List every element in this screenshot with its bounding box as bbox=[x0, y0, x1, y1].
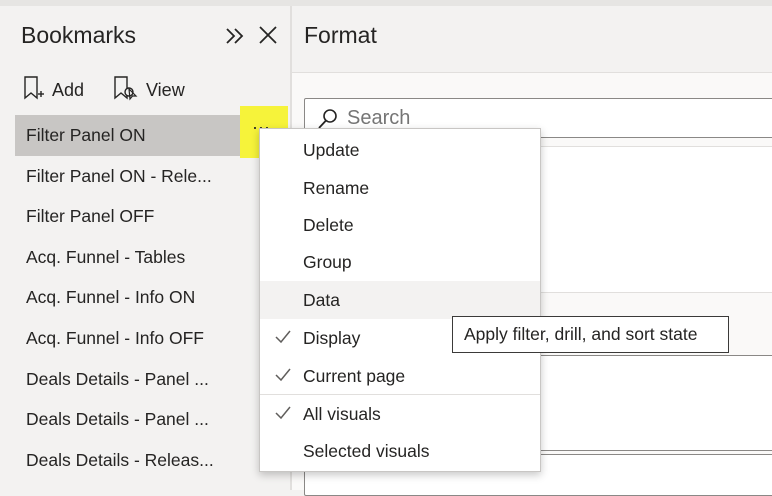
bookmark-item[interactable]: Deals Details - Panel ... bbox=[15, 399, 290, 440]
checkmark-icon bbox=[275, 330, 291, 344]
bookmark-list: Filter Panel ON Filter Panel ON - Rele..… bbox=[15, 115, 290, 480]
menu-item-all-visuals[interactable]: All visuals bbox=[260, 395, 540, 433]
add-bookmark-label: Add bbox=[52, 79, 85, 100]
bookmarks-title: Bookmarks bbox=[21, 22, 137, 48]
menu-item-update[interactable]: Update bbox=[260, 131, 540, 169]
format-title: Format bbox=[304, 22, 377, 48]
add-bookmark-button[interactable]: Add bbox=[22, 75, 85, 106]
bookmark-item[interactable]: Deals Details - Panel ... bbox=[15, 359, 290, 400]
bookmark-context-menu: Update Rename Delete Group Data Display … bbox=[259, 128, 541, 472]
menu-item-selected-visuals[interactable]: Selected visuals bbox=[260, 432, 540, 470]
bookmark-add-icon bbox=[22, 75, 44, 106]
bookmark-view-icon bbox=[112, 75, 138, 106]
tooltip: Apply filter, drill, and sort state bbox=[452, 316, 729, 353]
checkmark-icon bbox=[275, 368, 291, 382]
menu-item-delete[interactable]: Delete bbox=[260, 206, 540, 244]
bookmark-item[interactable]: Acq. Funnel - Info ON bbox=[15, 277, 290, 318]
view-bookmark-button[interactable]: View bbox=[112, 75, 185, 106]
menu-item-group[interactable]: Group bbox=[260, 243, 540, 281]
double-chevron-right-icon[interactable] bbox=[224, 26, 246, 46]
bookmark-item[interactable]: Filter Panel ON - Rele... bbox=[15, 156, 290, 197]
search-icon bbox=[317, 108, 339, 130]
menu-item-data[interactable]: Data bbox=[260, 281, 540, 319]
bookmark-item[interactable]: Deals Details - Releas... bbox=[15, 440, 290, 481]
menu-item-rename[interactable]: Rename bbox=[260, 169, 540, 207]
bookmark-item[interactable]: Acq. Funnel - Tables bbox=[15, 237, 290, 278]
bookmark-item[interactable]: Filter Panel OFF bbox=[15, 196, 290, 237]
view-bookmark-label: View bbox=[146, 79, 185, 100]
bookmark-item[interactable]: Acq. Funnel - Info OFF bbox=[15, 318, 290, 359]
bookmarks-pane: Bookmarks Add View Filter Panel ON Filte… bbox=[0, 6, 290, 490]
checkmark-icon bbox=[275, 406, 291, 420]
menu-item-current-page[interactable]: Current page bbox=[260, 357, 540, 395]
close-icon[interactable] bbox=[257, 24, 279, 46]
